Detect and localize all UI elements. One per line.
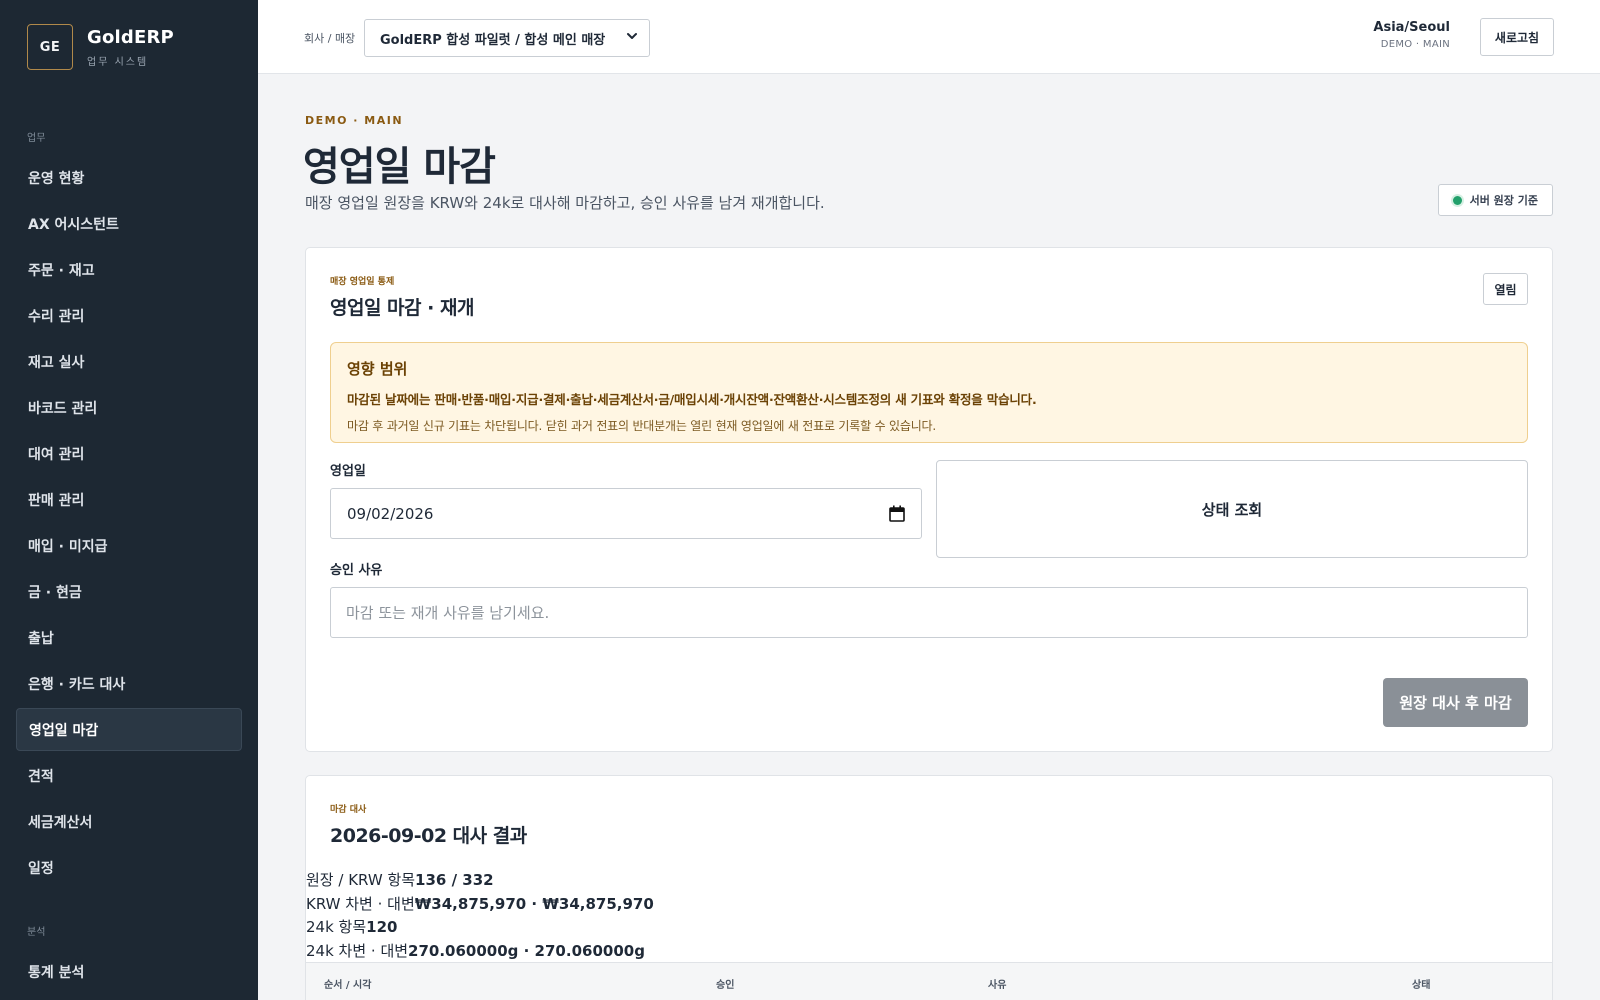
chevron-down-icon: [627, 33, 637, 39]
nav-section-work: 업무: [27, 133, 46, 144]
sidebar: GE GoldERP 업무 시스템 업무 운영 현황 AX 어시스턴트 주문 · 재…: [0, 0, 258, 1000]
source-badge: 서버 원장 기준: [1437, 184, 1553, 216]
sidebar-item[interactable]: 금 · 현금: [16, 570, 242, 613]
business-date-value: 09/02/2026: [347, 504, 434, 523]
sidebar-item[interactable]: 주문 · 재고: [16, 248, 242, 291]
timezone-subtitle: DEMO · MAIN: [1380, 39, 1450, 50]
store-select-label: 회사 / 매장: [304, 32, 356, 45]
nav-section-analysis: 분석: [27, 927, 46, 938]
calendar-icon[interactable]: [889, 505, 905, 522]
sidebar-item[interactable]: 세금계산서: [16, 800, 242, 843]
summary-label: 24k 차변 · 대변: [306, 941, 409, 960]
reconciliation-summary: 원장 / KRW 항목136 / 332 KRW 차변 · 대변₩34,875,9…: [306, 869, 654, 963]
sidebar-item[interactable]: 수리 관리: [16, 294, 242, 337]
close-control-card: 매장 영업일 통제 영업일 마감 · 재개 열림 영향 범위 마감된 날짜에는 …: [305, 247, 1553, 752]
topbar: 회사 / 매장 GoldERP 합성 파일럿 / 합성 메인 매장 Asia/S…: [258, 0, 1600, 74]
summary-value: ₩34,875,970 · ₩34,875,970: [414, 894, 654, 913]
summary-row: 24k 차변 · 대변270.060000g · 270.060000g: [306, 940, 654, 964]
source-badge-label: 서버 원장 기준: [1469, 194, 1538, 207]
sidebar-item[interactable]: 영업일 마감: [16, 708, 242, 751]
status-dot-icon: [1452, 195, 1462, 205]
business-date-input[interactable]: 09/02/2026: [330, 488, 922, 539]
sidebar-item[interactable]: 대여 관리: [16, 432, 242, 475]
summary-label: KRW 차변 · 대변: [306, 894, 415, 913]
nav-list: 운영 현황 AX 어시스턴트 주문 · 재고 수리 관리 재고 실사 바코드 관리 대여 관…: [0, 156, 258, 889]
sidebar-item[interactable]: 일정: [16, 846, 242, 889]
column-header: 승인: [716, 980, 735, 991]
sidebar-item[interactable]: 재고 실사: [16, 340, 242, 383]
approval-reason-label: 승인 사유: [330, 563, 383, 578]
sidebar-item[interactable]: 통계 분석: [16, 950, 242, 993]
status-lookup-button[interactable]: 상태 조회: [936, 460, 1528, 558]
summary-value: 270.060000g · 270.060000g: [408, 941, 645, 960]
summary-value: 120: [366, 918, 398, 936]
impact-notice: 영향 범위 마감된 날짜에는 판매·반품·매입·지급·결제·출납·세금계산서·금…: [330, 342, 1528, 443]
column-header: 순서 / 시각: [324, 980, 372, 991]
column-header: 상태: [1412, 980, 1431, 991]
card-eyebrow: 마감 대사: [330, 805, 367, 815]
summary-value: 136 / 332: [415, 871, 494, 889]
sidebar-item[interactable]: 견적: [16, 754, 242, 797]
store-select[interactable]: GoldERP 합성 파일럿 / 합성 메인 매장: [364, 19, 650, 57]
sidebar-item[interactable]: 출납: [16, 616, 242, 659]
reconcile-and-close-button[interactable]: 원장 대사 후 마감: [1383, 678, 1528, 727]
card-eyebrow: 매장 영업일 통제: [330, 277, 395, 287]
summary-row: 원장 / KRW 항목136 / 332: [306, 869, 654, 893]
summary-label: 원장 / KRW 항목: [306, 871, 416, 889]
summary-row: KRW 차변 · 대변₩34,875,970 · ₩34,875,970: [306, 893, 654, 917]
brand-subtitle: 업무 시스템: [87, 56, 149, 68]
timezone-name: Asia/Seoul: [1373, 20, 1450, 35]
store-select-value: GoldERP 합성 파일럿 / 합성 메인 매장: [380, 32, 606, 48]
card-title: 2026-09-02 대사 결과: [330, 825, 527, 847]
page-title: 영업일 마감: [303, 144, 496, 190]
summary-label: 24k 항목: [306, 918, 367, 936]
sidebar-item[interactable]: 은행 · 카드 대사: [16, 662, 242, 705]
status-badge: 열림: [1483, 273, 1528, 305]
brand-logo: GE: [27, 24, 73, 70]
brand[interactable]: GE GoldERP 업무 시스템: [0, 0, 258, 70]
sidebar-item[interactable]: 매입 · 미지급: [16, 524, 242, 567]
brand-name: GoldERP: [87, 26, 174, 48]
column-header: 사유: [988, 980, 1007, 991]
business-date-label: 영업일: [330, 464, 366, 479]
nav-list-analysis: 통계 분석: [0, 950, 258, 993]
sidebar-item[interactable]: AX 어시스턴트: [16, 202, 242, 245]
summary-row: 24k 항목120: [306, 916, 654, 940]
impact-sub-text: 마감 후 과거일 신규 기표는 차단됩니다. 닫힌 과거 전표의 반대분개는 열…: [347, 419, 936, 433]
sidebar-item[interactable]: 바코드 관리: [16, 386, 242, 429]
page-eyebrow: DEMO · MAIN: [305, 114, 404, 127]
page-description: 매장 영업일 원장을 KRW와 24k로 대사해 마감하고, 승인 사유를 남겨…: [305, 194, 825, 212]
table-header: 순서 / 시각 승인 사유 상태: [306, 962, 1552, 1000]
sidebar-item[interactable]: 운영 현황: [16, 156, 242, 199]
reconciliation-result-card: 마감 대사 2026-09-02 대사 결과 원장 / KRW 항목136 / …: [305, 775, 1553, 1000]
impact-title: 영향 범위: [347, 360, 408, 378]
card-title: 영업일 마감 · 재개: [330, 297, 474, 319]
sidebar-item[interactable]: 판매 관리: [16, 478, 242, 521]
timezone-display: Asia/Seoul DEMO · MAIN: [1373, 20, 1450, 50]
refresh-button[interactable]: 새로고침: [1480, 18, 1554, 56]
approval-reason-input[interactable]: [330, 587, 1528, 638]
impact-main-text: 마감된 날짜에는 판매·반품·매입·지급·결제·출납·세금계산서·금/매입시세·…: [347, 392, 1037, 407]
